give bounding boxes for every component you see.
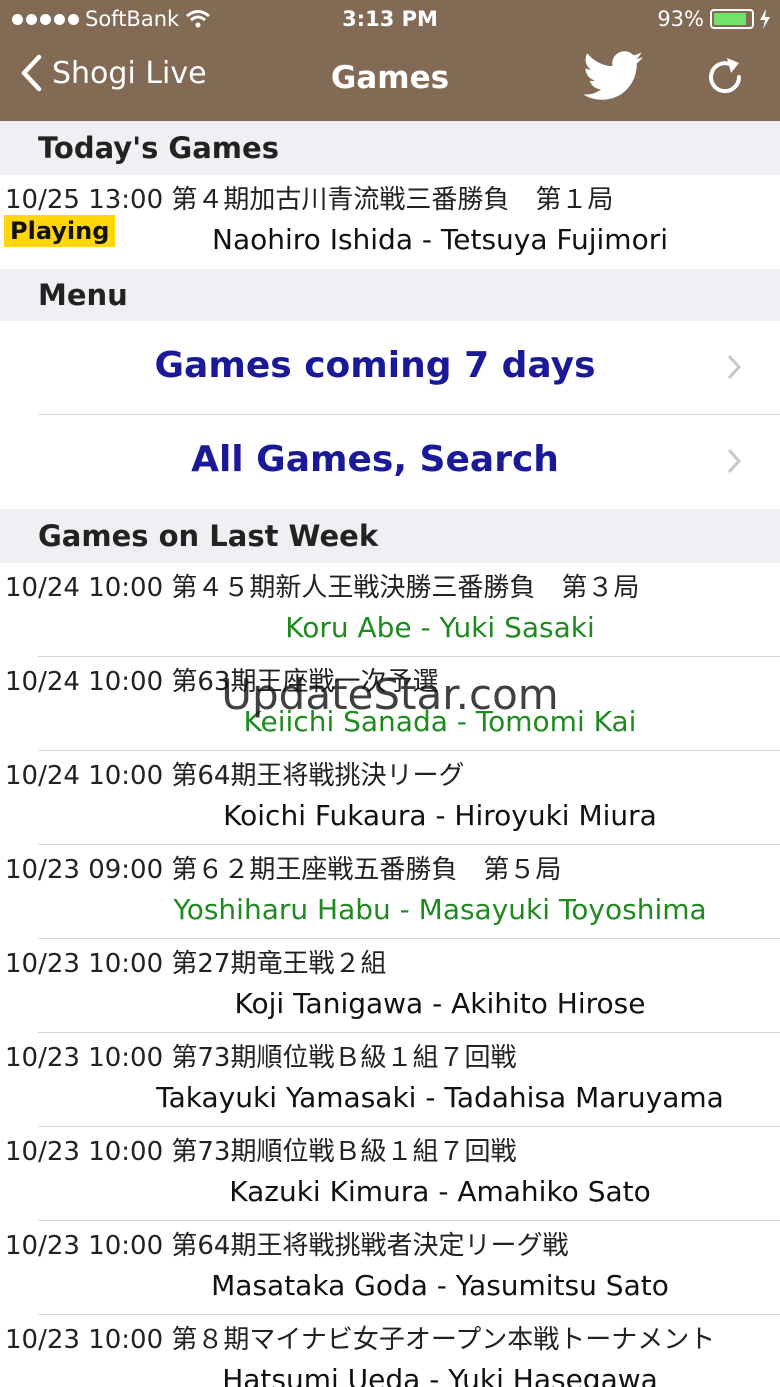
menu-item-label: Games coming 7 days [154, 345, 596, 386]
game-players: Masataka Goda - Yasumitsu Sato [211, 1269, 669, 1302]
game-meta: 10/24 10:00 第63期王座戦一次予選 [5, 667, 439, 697]
menu-item-all-games-search[interactable]: All Games, Search [0, 415, 780, 509]
game-players: Yoshiharu Habu - Masayuki Toyoshima [173, 893, 707, 926]
menu-item-games-coming[interactable]: Games coming 7 days [0, 321, 780, 415]
game-meta: 10/25 13:00 第４期加古川青流戦三番勝負 第１局 [5, 185, 614, 215]
chevron-right-icon [727, 448, 742, 474]
game-row[interactable]: 10/23 10:00 第73期順位戦Ｂ級１組７回戦 Takayuki Yamas… [0, 1033, 780, 1127]
game-players: Kazuki Kimura - Amahiko Sato [229, 1175, 651, 1208]
section-header-last-week: Games on Last Week [0, 509, 780, 563]
game-row[interactable]: 10/24 10:00 第４５期新人王戦決勝三番勝負 第３局 Koru Abe -… [0, 563, 780, 657]
chevron-right-icon [727, 354, 742, 380]
game-row[interactable]: 10/23 10:00 第64期王将戦挑戦者決定リーグ戦 Masataka God… [0, 1221, 780, 1315]
game-meta: 10/23 10:00 第73期順位戦Ｂ級１組７回戦 [5, 1043, 517, 1073]
game-players: Keiichi Sanada - Tomomi Kai [243, 705, 637, 738]
today-game-row[interactable]: 10/25 13:00 第４期加古川青流戦三番勝負 第１局 Playing Na… [0, 175, 780, 269]
status-bar: SoftBank 3:13 PM 93% [0, 0, 780, 40]
game-meta: 10/24 10:00 第64期王将戦挑決リーグ [5, 761, 465, 791]
battery-percent: 93% [657, 7, 704, 31]
game-players: Koru Abe - Yuki Sasaki [285, 611, 595, 644]
section-header-menu: Menu [0, 269, 780, 321]
twitter-bird-icon[interactable] [584, 50, 644, 102]
game-row[interactable]: 10/23 10:00 第８期マイナビ女子オープン本戦トーナメント Hatsumi… [0, 1315, 780, 1387]
game-players: Hatsumi Ueda - Yuki Hasegawa [222, 1363, 658, 1387]
game-meta: 10/23 10:00 第73期順位戦Ｂ級１組７回戦 [5, 1137, 517, 1167]
game-row[interactable]: 10/24 10:00 第64期王将戦挑決リーグ Koichi Fukaura -… [0, 751, 780, 845]
navigation-bar: Shogi Live Games [0, 40, 780, 121]
battery-icon [710, 9, 754, 29]
game-meta: 10/23 09:00 第６２期王座戦五番勝負 第５局 [5, 855, 562, 885]
section-header-today: Today's Games [0, 121, 780, 175]
game-players: Naohiro Ishida - Tetsuya Fujimori [212, 223, 668, 256]
menu-item-label: All Games, Search [191, 439, 559, 480]
top-bar: SoftBank 3:13 PM 93% Shogi Live Games [0, 0, 780, 121]
game-row[interactable]: 10/23 10:00 第27期竜王戦２組 Koji Tanigawa - Aki… [0, 939, 780, 1033]
game-meta: 10/23 10:00 第８期マイナビ女子オープン本戦トーナメント [5, 1325, 716, 1355]
game-meta: 10/23 10:00 第64期王将戦挑戦者決定リーグ戦 [5, 1231, 569, 1261]
game-row[interactable]: 10/24 10:00 第63期王座戦一次予選 Keiichi Sanada - … [0, 657, 780, 751]
game-players: Koji Tanigawa - Akihito Hirose [234, 987, 646, 1020]
battery-status: 93% [657, 7, 770, 31]
game-meta: 10/23 10:00 第27期竜王戦２組 [5, 949, 387, 979]
game-players: Takayuki Yamasaki - Tadahisa Maruyama [156, 1081, 724, 1114]
game-players: Koichi Fukaura - Hiroyuki Miura [223, 799, 657, 832]
game-meta: 10/24 10:00 第４５期新人王戦決勝三番勝負 第３局 [5, 573, 640, 603]
game-row[interactable]: 10/23 09:00 第６２期王座戦五番勝負 第５局 Yoshiharu Hab… [0, 845, 780, 939]
game-row[interactable]: 10/23 10:00 第73期順位戦Ｂ級１組７回戦 Kazuki Kimura … [0, 1127, 780, 1221]
page-title: Games [330, 60, 450, 96]
refresh-icon[interactable] [703, 55, 747, 99]
charging-bolt-icon [760, 9, 770, 29]
